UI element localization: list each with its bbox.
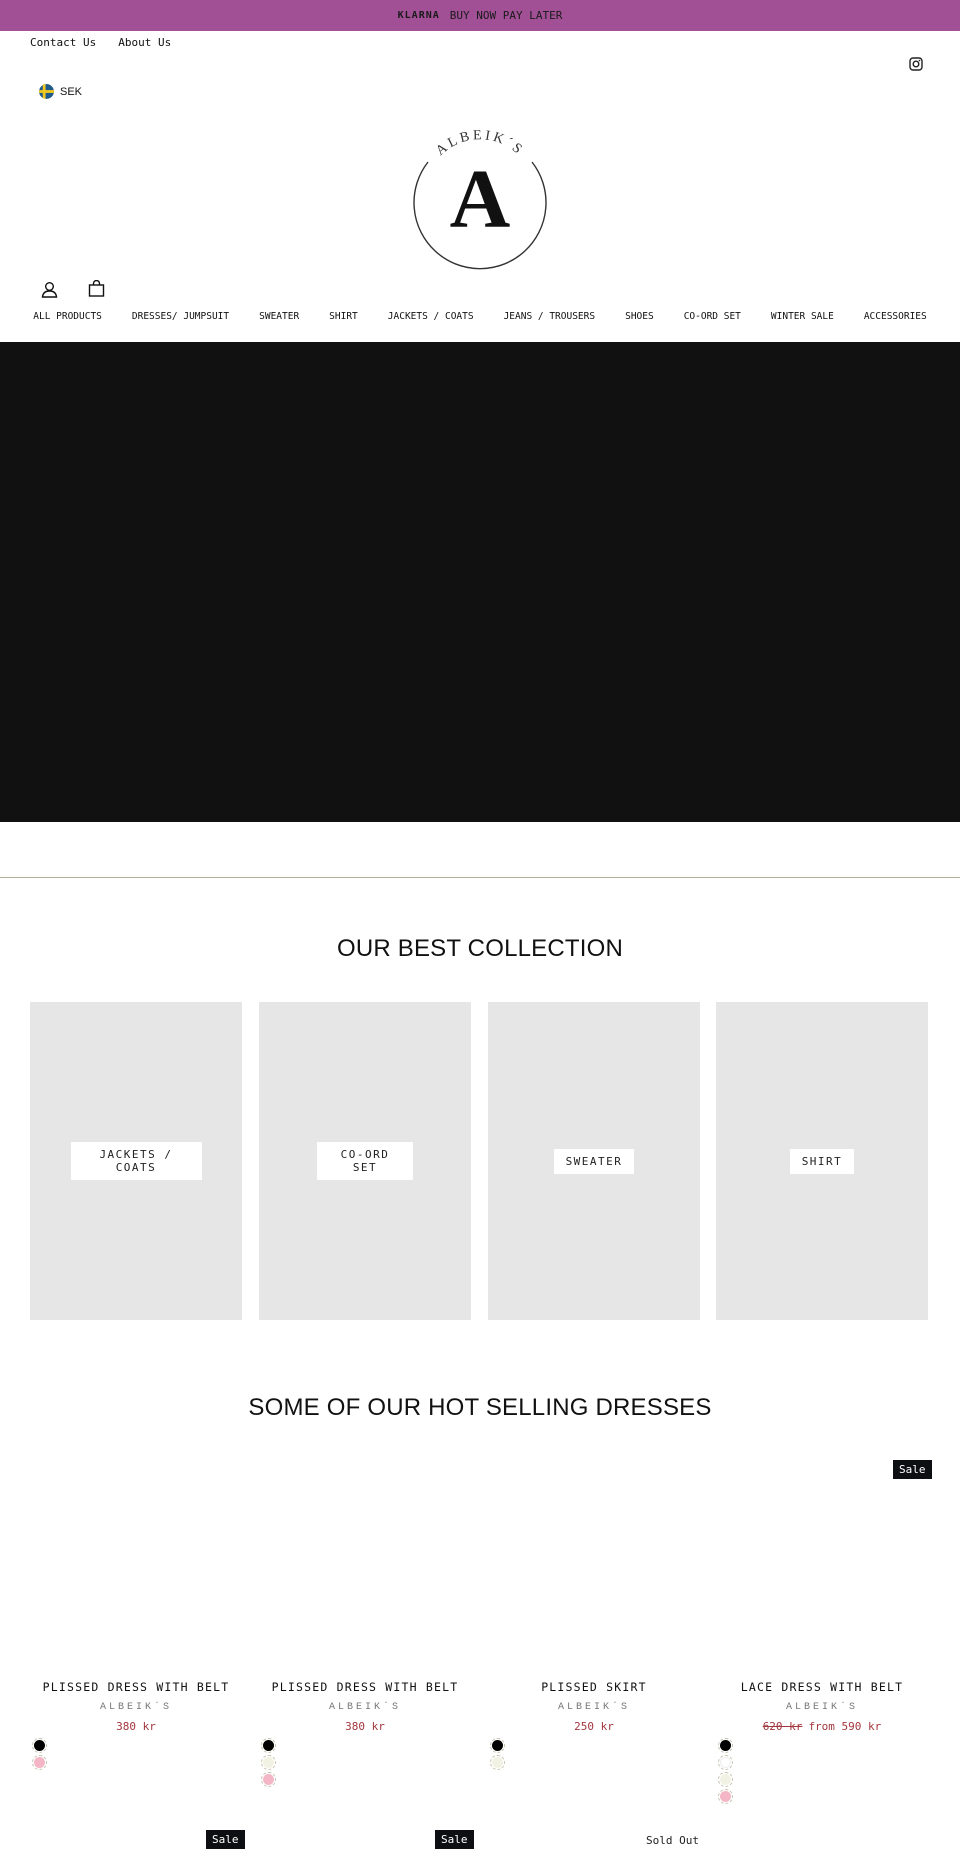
top-links: Contact Us About Us xyxy=(30,36,171,49)
product-card[interactable]: LACE DRESS WITH BELT ALBEIK´S 620 kr from… xyxy=(716,1680,928,1733)
nav-winter-sale[interactable]: WINTER SALE xyxy=(756,311,849,322)
product-vendor: ALBEIK´S xyxy=(557,1702,630,1713)
shopping-bag-icon[interactable] xyxy=(88,280,105,297)
color-swatch[interactable] xyxy=(718,1772,733,1787)
collection-title: OUR BEST COLLECTION xyxy=(336,935,624,962)
hot-selling-title: SOME OF OUR HOT SELLING DRESSES xyxy=(248,1394,712,1421)
product-title[interactable]: PLISSED DRESS WITH BELT xyxy=(259,1680,471,1694)
announcement-bar: KLARNA BUY NOW PAY LATER xyxy=(0,0,960,31)
product-title[interactable]: LACE DRESS WITH BELT xyxy=(716,1680,928,1694)
sale-price: from 590 kr xyxy=(808,1720,882,1733)
color-swatch[interactable] xyxy=(490,1738,505,1753)
collection-label: JACKETS / COATS xyxy=(70,1142,202,1180)
collection-card-sweater[interactable]: SWEATER xyxy=(488,1002,700,1320)
product-vendor: ALBEIK´S xyxy=(99,1702,172,1713)
announcement-text: BUY NOW PAY LATER xyxy=(449,9,563,22)
account-icon[interactable] xyxy=(41,281,58,298)
product-vendor: ALBEIK´S xyxy=(785,1702,858,1713)
section-divider xyxy=(0,877,960,878)
collection-card-co-ord-set[interactable]: CO-ORD SET xyxy=(259,1002,471,1320)
logo-letter: A xyxy=(450,153,511,246)
collection-card-jackets-coats[interactable]: JACKETS / COATS xyxy=(30,1002,242,1320)
color-swatch[interactable] xyxy=(490,1755,505,1770)
brand-logo[interactable]: ALBEIK´S A xyxy=(405,122,555,272)
hero-banner xyxy=(0,342,960,822)
product-title[interactable]: PLISSED SKIRT xyxy=(488,1680,700,1694)
klarna-logo: KLARNA xyxy=(397,10,440,21)
color-swatch[interactable] xyxy=(718,1789,733,1804)
instagram-icon[interactable] xyxy=(909,57,923,71)
product-price: 380 kr xyxy=(116,1720,156,1733)
product-title[interactable]: PLISSED DRESS WITH BELT xyxy=(30,1680,242,1694)
nav-sweater[interactable]: SWEATER xyxy=(244,311,314,322)
contact-us-link[interactable]: Contact Us xyxy=(30,36,96,49)
sold-out-badge: Sold Out xyxy=(646,1834,699,1847)
color-swatch[interactable] xyxy=(32,1755,47,1770)
currency-selector[interactable]: SEK xyxy=(39,84,82,99)
product-price: 250 kr xyxy=(574,1720,614,1733)
nav-accessories[interactable]: ACCESSORIES xyxy=(849,311,942,322)
product-card[interactable]: PLISSED DRESS WITH BELT ALBEIK´S 380 kr xyxy=(259,1680,471,1733)
color-swatch[interactable] xyxy=(261,1738,276,1753)
color-swatch[interactable] xyxy=(261,1755,276,1770)
nav-all-products[interactable]: ALL PRODUCTS xyxy=(18,311,117,322)
sweden-flag-icon xyxy=(39,84,54,99)
nav-dresses-jumpsuit[interactable]: DRESSES/ JUMPSUIT xyxy=(117,311,244,322)
collection-card-shirt[interactable]: SHIRT xyxy=(716,1002,928,1320)
nav-jeans-trousers[interactable]: JEANS / TROUSERS xyxy=(489,311,611,322)
product-price: 620 kr from 590 kr xyxy=(716,1720,928,1733)
main-nav: ALL PRODUCTS DRESSES/ JUMPSUIT SWEATER S… xyxy=(0,311,960,322)
sale-badge: Sale xyxy=(206,1830,245,1849)
currency-code: SEK xyxy=(60,85,83,98)
product-vendor: ALBEIK´S xyxy=(328,1702,401,1713)
collection-label: SWEATER xyxy=(553,1148,635,1174)
color-swatch[interactable] xyxy=(32,1738,47,1753)
sale-badge: Sale xyxy=(893,1460,932,1479)
sale-badge: Sale xyxy=(435,1830,474,1849)
about-us-link[interactable]: About Us xyxy=(118,36,171,49)
compare-price: 620 kr xyxy=(762,1720,803,1733)
collection-label: SHIRT xyxy=(789,1148,855,1174)
color-swatch[interactable] xyxy=(718,1738,733,1753)
swatch-group xyxy=(490,1738,505,1770)
nav-jackets-coats[interactable]: JACKETS / COATS xyxy=(373,311,489,322)
color-swatch[interactable] xyxy=(261,1772,276,1787)
collection-label: CO-ORD SET xyxy=(317,1142,413,1180)
nav-shoes[interactable]: SHOES xyxy=(610,311,669,322)
swatch-group xyxy=(32,1738,47,1770)
nav-co-ord-set[interactable]: CO-ORD SET xyxy=(669,311,756,322)
swatch-group xyxy=(261,1738,276,1787)
product-price: 380 kr xyxy=(345,1720,385,1733)
nav-shirt[interactable]: SHIRT xyxy=(314,311,373,322)
swatch-group xyxy=(718,1738,733,1804)
product-card[interactable]: PLISSED DRESS WITH BELT ALBEIK´S 380 kr xyxy=(30,1680,242,1733)
product-card[interactable]: PLISSED SKIRT ALBEIK´S 250 kr xyxy=(488,1680,700,1733)
color-swatch[interactable] xyxy=(718,1755,733,1770)
